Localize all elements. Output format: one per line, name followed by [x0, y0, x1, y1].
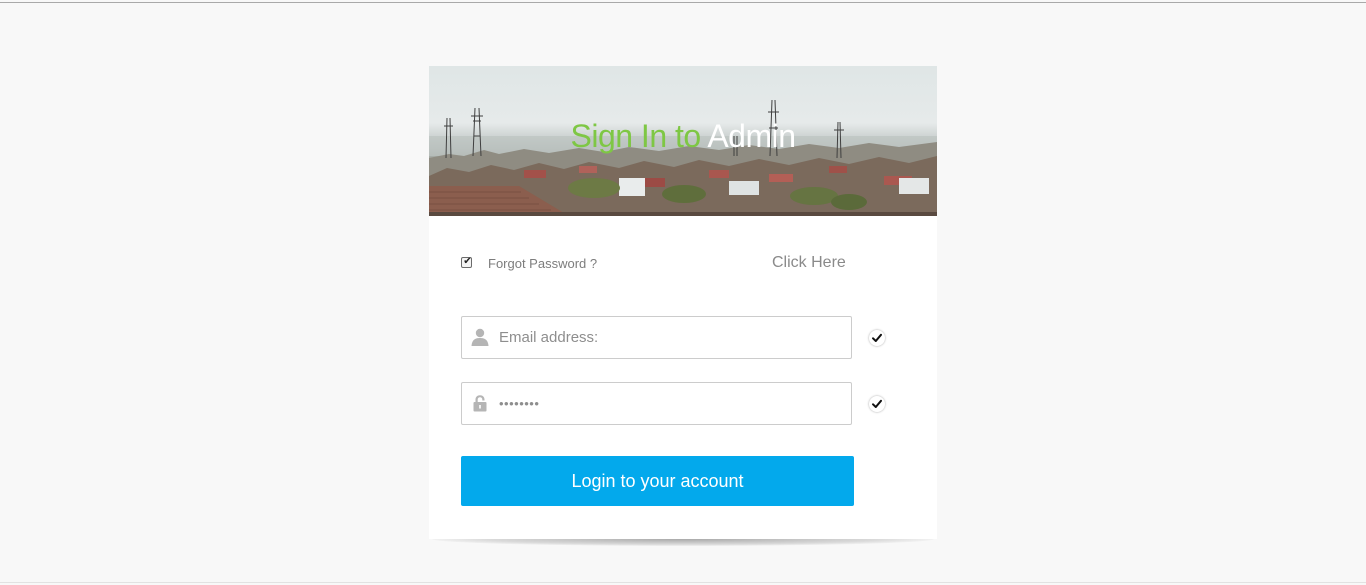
password-input[interactable] [499, 383, 839, 424]
checkbox-check-icon: ✔ [463, 256, 472, 267]
checkmark-icon [872, 399, 882, 408]
bottom-border [0, 582, 1366, 583]
banner-title-admin: Admin [707, 118, 796, 154]
forgot-password-checkbox[interactable]: ✔ [461, 256, 472, 268]
click-here-link[interactable]: Click Here [772, 254, 846, 272]
banner-image: Sign In to Admin [429, 66, 937, 216]
login-button[interactable]: Login to your account [461, 456, 854, 506]
checkmark-icon [872, 333, 882, 342]
password-field[interactable] [461, 382, 852, 425]
login-card: Sign In to Admin ✔ Forgot Password ? Cli… [429, 66, 937, 539]
top-border [0, 2, 1366, 3]
user-icon [471, 328, 489, 346]
lock-icon [473, 395, 487, 412]
forgot-password-label: Forgot Password ? [488, 256, 598, 271]
banner-title-sign-in: Sign In to [570, 118, 701, 154]
email-input[interactable] [499, 317, 839, 358]
password-valid-check [869, 396, 885, 412]
banner-title: Sign In to Admin [429, 118, 937, 155]
email-field[interactable] [461, 316, 852, 359]
email-valid-check [869, 330, 885, 346]
